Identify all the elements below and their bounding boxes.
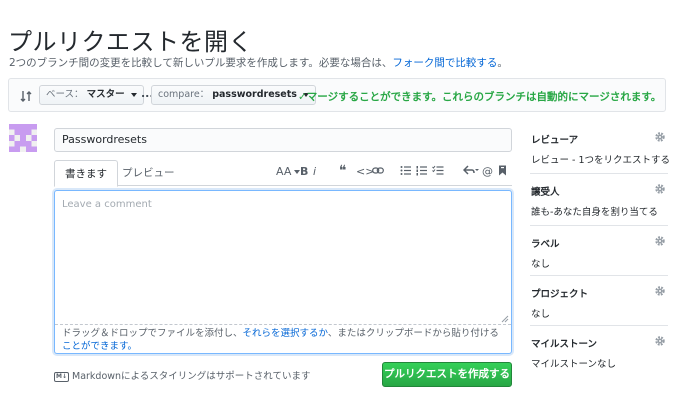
sidebar-heading: 譲受人 bbox=[531, 187, 560, 198]
tab-write[interactable]: 書きます bbox=[54, 160, 118, 187]
pr-title-input[interactable]: Passwordresets bbox=[54, 128, 512, 152]
pull-request-form: Passwordresets 書きます プレビュー AA B i ❝ <> @ … bbox=[54, 128, 514, 394]
sidebar-labels[interactable]: ラベル なし bbox=[530, 236, 668, 276]
gear-icon[interactable] bbox=[654, 131, 666, 143]
sidebar-value: レビュー - 1つをリクエストする bbox=[531, 155, 671, 166]
compare-branch-value: passwordresets bbox=[212, 89, 297, 100]
mention-button[interactable]: @ bbox=[482, 164, 493, 180]
sidebar-milestone[interactable]: マイルストーン マイルストーンなし bbox=[530, 336, 668, 376]
header-icon: AA bbox=[276, 165, 292, 178]
page-title: プルリクエストを開く bbox=[8, 28, 253, 56]
gear-icon[interactable] bbox=[654, 285, 666, 297]
base-branch-value: マスター bbox=[86, 89, 125, 100]
sidebar-value: なし bbox=[531, 259, 551, 270]
gear-icon[interactable] bbox=[654, 335, 666, 347]
sidebar-assignees[interactable]: 譲受人 誰も-あなた自身を割り当てる bbox=[530, 184, 668, 226]
bulleted-list-icon[interactable] bbox=[400, 165, 411, 176]
markdown-icon: M↓ bbox=[54, 371, 69, 382]
sidebar-value: マイルストーンなし bbox=[531, 359, 617, 370]
quote-button[interactable]: ❝ bbox=[339, 163, 347, 179]
drop-hint-text: ドラッグ＆ドロップでファイルを添付し、 bbox=[62, 328, 243, 339]
gear-icon[interactable] bbox=[654, 183, 666, 195]
sidebar-heading: マイルストーン bbox=[531, 339, 598, 350]
bold-icon: B bbox=[300, 165, 309, 178]
create-pull-request-button[interactable]: プルリクエストを作成する bbox=[382, 362, 512, 387]
sidebar-reviewers[interactable]: レビューア レビュー - 1つをリクエストする bbox=[530, 131, 671, 174]
task-list-icon[interactable] bbox=[432, 165, 444, 176]
quote-icon: ❝ bbox=[339, 163, 347, 179]
sidebar-heading: ラベル bbox=[531, 239, 560, 250]
tab-preview[interactable]: プレビュー bbox=[112, 160, 185, 187]
mention-icon: @ bbox=[482, 165, 493, 178]
comment-editor: Leave a comment ドラッグ＆ドロップでファイルを添付し、それらを選… bbox=[54, 190, 512, 354]
resize-handle-icon[interactable] bbox=[501, 315, 509, 323]
page-subtitle: 2つのブランチ間の変更を比較して新しいプル要求を作成します。必要な場合は、フォー… bbox=[9, 55, 508, 70]
drop-hint-middle: 、またはクリップボードから貼り付ける bbox=[327, 328, 499, 339]
attach-files-hint: ドラッグ＆ドロップでファイルを添付し、それらを選択するか、またはクリップボードか… bbox=[62, 327, 502, 353]
chevron-down-icon bbox=[130, 92, 137, 97]
italic-button[interactable]: i bbox=[313, 164, 316, 180]
compare-arrows-icon bbox=[20, 91, 32, 102]
markdown-note: M↓ Markdownによるスタイリングはサポートされています bbox=[54, 368, 311, 382]
sidebar-value: 誰も-あなた自身を割り当てる bbox=[531, 207, 658, 218]
compare-label: compare： bbox=[158, 89, 210, 100]
italic-icon: i bbox=[313, 165, 317, 178]
base-branch-selector[interactable]: ベース： マスター bbox=[39, 85, 144, 105]
comment-textarea[interactable]: Leave a comment bbox=[55, 191, 511, 325]
sidebar-value: なし bbox=[531, 309, 551, 320]
select-files-link-cont[interactable]: ことができます。 bbox=[62, 341, 137, 352]
compare-bar: ベース： マスター ... compare： passwordresets ✓マ… bbox=[8, 78, 666, 112]
sidebar-heading: レビューア bbox=[531, 135, 579, 146]
base-label: ベース： bbox=[46, 89, 84, 100]
merge-status: ✓マージすることができます。これらのブランチは自動的にマージされます。 bbox=[298, 91, 662, 103]
compare-across-forks-link[interactable]: フォーク間で比較する bbox=[392, 57, 497, 69]
header-button[interactable]: AA bbox=[276, 164, 301, 180]
gear-icon[interactable] bbox=[654, 235, 666, 247]
bold-button[interactable]: B bbox=[300, 164, 308, 180]
sidebar-heading: プロジェクト bbox=[531, 289, 589, 300]
reply-icon[interactable] bbox=[463, 165, 479, 176]
select-files-link[interactable]: それらを選択するか bbox=[243, 328, 328, 339]
compare-branch-selector[interactable]: compare： passwordresets bbox=[151, 85, 316, 105]
sidebar-projects[interactable]: プロジェクト なし bbox=[530, 286, 668, 326]
bookmark-icon[interactable] bbox=[498, 165, 507, 176]
link-icon[interactable] bbox=[372, 166, 384, 176]
numbered-list-icon[interactable] bbox=[416, 165, 427, 176]
subtitle-suffix: 。 bbox=[497, 57, 508, 69]
avatar bbox=[9, 124, 37, 152]
subtitle-text: 2つのブランチ間の変更を比較して新しいプル要求を作成します。必要な場合は、 bbox=[9, 57, 393, 69]
markdown-note-text: Markdownによるスタイリングはサポートされています bbox=[72, 371, 311, 382]
